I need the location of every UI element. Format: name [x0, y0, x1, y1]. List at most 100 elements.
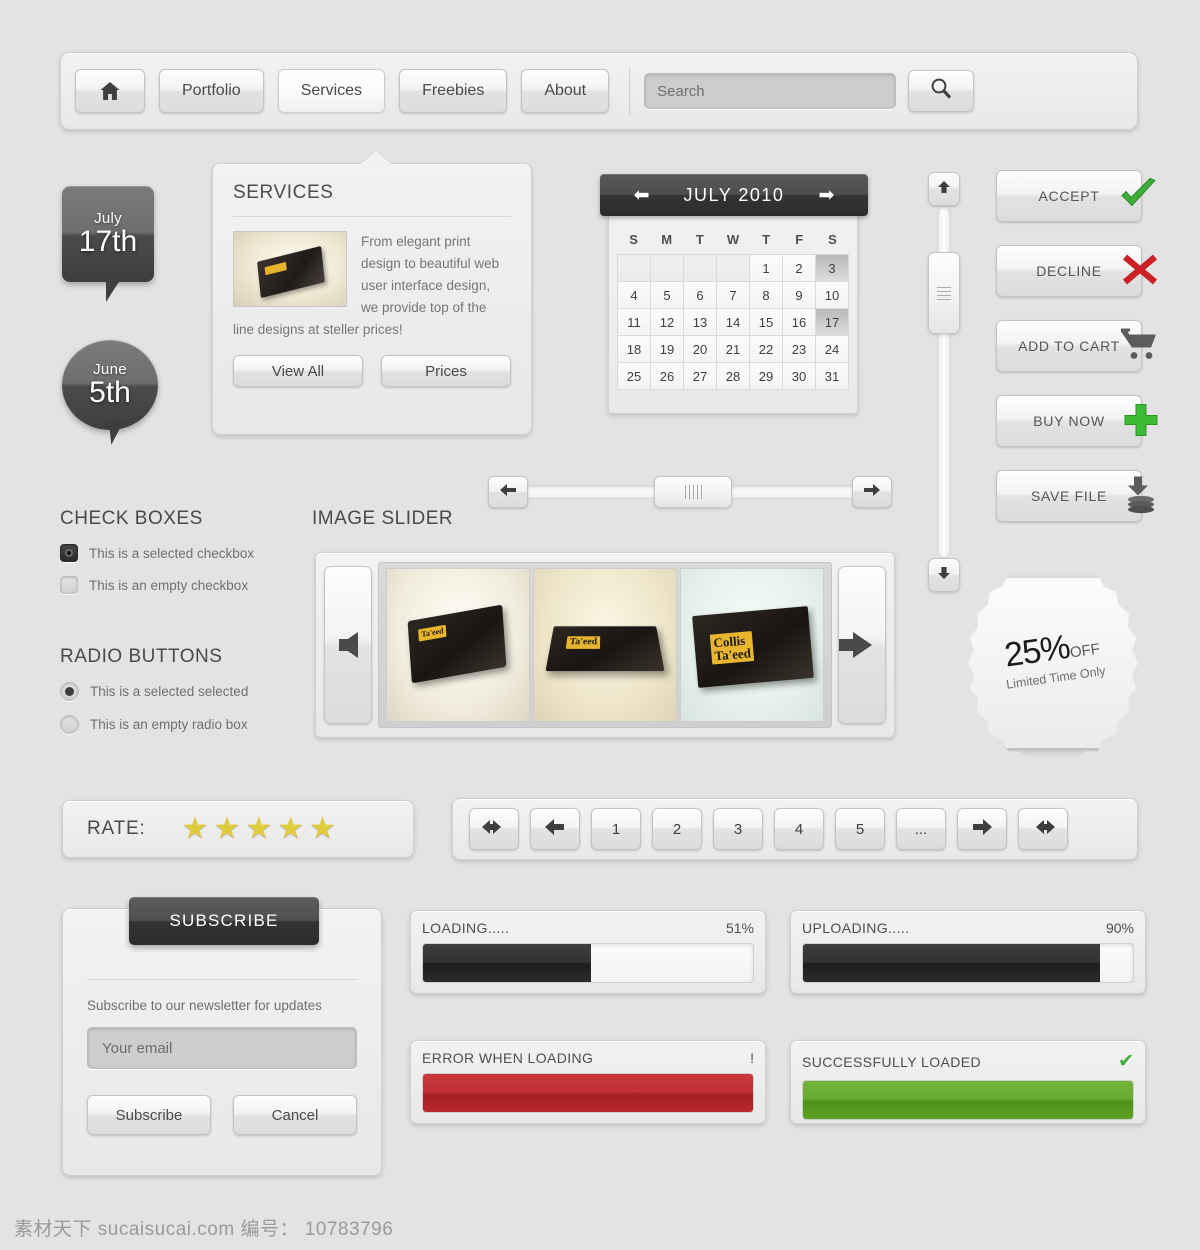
calendar-day-cell[interactable]: 14: [717, 309, 750, 336]
calendar-day-cell[interactable]: 13: [684, 309, 717, 336]
radio-row-empty[interactable]: This is an empty radio box: [60, 715, 248, 734]
view-all-button[interactable]: View All: [233, 355, 363, 387]
calendar-day-cell[interactable]: 25: [618, 363, 651, 390]
search-input[interactable]: [644, 73, 897, 109]
nav-item-about[interactable]: About: [521, 69, 610, 113]
brand-label: Ta'eed: [417, 624, 447, 642]
checkbox-empty-icon[interactable]: [60, 576, 78, 594]
calendar-day-cell[interactable]: 6: [684, 282, 717, 309]
buy-now-button[interactable]: BUY NOW: [996, 395, 1158, 447]
radio-checked-icon[interactable]: [60, 682, 79, 701]
progress-label: LOADING.....: [422, 920, 510, 936]
calendar-day-cell[interactable]: 30: [783, 363, 816, 390]
calendar-day-cell[interactable]: 11: [618, 309, 651, 336]
slider-thumb[interactable]: [654, 476, 732, 508]
scroll-up-button[interactable]: [928, 172, 960, 206]
nav-item-freebies[interactable]: Freebies: [399, 69, 508, 113]
scroll-down-button[interactable]: [928, 558, 960, 592]
accept-button[interactable]: ACCEPT: [996, 170, 1156, 222]
calendar-next-month-button[interactable]: ➡: [810, 184, 842, 207]
subscribe-tab-header: SUBSCRIBE: [129, 897, 319, 945]
calendar-day-cell[interactable]: 27: [684, 363, 717, 390]
prices-button[interactable]: Prices: [381, 355, 511, 387]
star-icon[interactable]: ★: [245, 814, 272, 844]
cancel-button[interactable]: Cancel: [233, 1095, 357, 1135]
calendar-day-cell[interactable]: 24: [816, 336, 849, 363]
calendar-day-cell[interactable]: 17: [816, 309, 849, 336]
subscribe-submit-button[interactable]: Subscribe: [87, 1095, 211, 1135]
scrollbar-thumb[interactable]: [928, 252, 960, 334]
decline-button[interactable]: DECLINE: [996, 245, 1157, 297]
pagination-page-2[interactable]: 2: [652, 808, 702, 850]
calendar-day-cell[interactable]: 10: [816, 282, 849, 309]
calendar-day-cell[interactable]: 18: [618, 336, 651, 363]
pagination-label: 2: [672, 820, 682, 838]
subscribe-panel: SUBSCRIBE Subscribe to our newsletter fo…: [62, 897, 382, 1176]
calendar-day-cell[interactable]: 28: [717, 363, 750, 390]
calendar-day-cell[interactable]: 26: [651, 363, 684, 390]
progress-header: UPLOADING..... 90%: [802, 920, 1134, 936]
calendar-day-cell[interactable]: 21: [717, 336, 750, 363]
nav-label: Services: [300, 82, 363, 99]
star-icon[interactable]: ★: [182, 814, 209, 844]
calendar-day-cell[interactable]: 7: [717, 282, 750, 309]
calendar-prev-month-button[interactable]: ⬅: [626, 184, 658, 207]
radio-row-selected[interactable]: This is a selected selected: [60, 682, 248, 701]
calendar-day-cell[interactable]: 20: [684, 336, 717, 363]
calendar-day-cell[interactable]: 4: [618, 282, 651, 309]
calendar-day-cell[interactable]: 9: [783, 282, 816, 309]
radio-empty-icon[interactable]: [60, 715, 79, 734]
calendar-day-cell[interactable]: 2: [783, 255, 816, 282]
calendar-blank-cell: [618, 255, 651, 282]
calendar-day-cell[interactable]: 3: [816, 255, 849, 282]
horizontal-slider[interactable]: [488, 476, 892, 508]
tilted-business-card-image[interactable]: Collis Ta'eed: [680, 568, 825, 722]
checkbox-checked-icon[interactable]: [60, 544, 78, 562]
pagination-page-...[interactable]: ...: [896, 808, 946, 850]
slider-right-button[interactable]: [852, 476, 892, 508]
email-field[interactable]: [87, 1027, 357, 1069]
slider-left-button[interactable]: [488, 476, 528, 508]
calendar-day-cell[interactable]: 15: [750, 309, 783, 336]
pagination-page-1[interactable]: 1: [591, 808, 641, 850]
pagination-arrow-right-button[interactable]: [957, 808, 1007, 850]
nav-home-button[interactable]: [75, 69, 145, 113]
calendar-day-cell[interactable]: 31: [816, 363, 849, 390]
fanned-business-cards-image[interactable]: Ta'eed: [385, 568, 530, 722]
section-heading: CHECK BOXES: [60, 508, 203, 529]
pagination-page-4[interactable]: 4: [774, 808, 824, 850]
nav-item-services[interactable]: Services: [277, 69, 386, 113]
pagination-page-3[interactable]: 3: [713, 808, 763, 850]
star-rating[interactable]: ★ ★ ★ ★ ★: [182, 814, 337, 844]
checkbox-row-empty[interactable]: This is an empty checkbox: [60, 576, 254, 594]
star-icon[interactable]: ★: [213, 814, 240, 844]
stacked-business-card-box-image[interactable]: Ta'eed: [532, 568, 677, 722]
vertical-scrollbar[interactable]: [928, 172, 960, 592]
checkbox-row-selected[interactable]: This is a selected checkbox: [60, 544, 254, 562]
star-icon[interactable]: ★: [277, 814, 304, 844]
calendar-day-cell[interactable]: 23: [783, 336, 816, 363]
pagination-label: 3: [733, 820, 743, 838]
pagination-double-arrow-right-button[interactable]: [1018, 808, 1068, 850]
calendar-day-cell[interactable]: 16: [783, 309, 816, 336]
pagination-arrow-left-button[interactable]: [530, 808, 580, 850]
nav-item-portfolio[interactable]: Portfolio: [159, 69, 264, 113]
save-file-button[interactable]: SAVE FILE: [996, 470, 1154, 522]
add-to-cart-button[interactable]: ADD TO CART: [996, 320, 1156, 372]
search-button[interactable]: [908, 70, 975, 112]
calendar-day-cell[interactable]: 22: [750, 336, 783, 363]
checkbox-label: This is an empty checkbox: [89, 577, 249, 593]
calendar-day-cell[interactable]: 5: [651, 282, 684, 309]
checkbox-label: This is a selected checkbox: [89, 545, 255, 561]
image-slider-prev-button[interactable]: [324, 566, 372, 724]
calendar-day-cell[interactable]: 12: [651, 309, 684, 336]
image-slider-next-button[interactable]: [838, 566, 886, 724]
calendar-day-cell[interactable]: 1: [750, 255, 783, 282]
pagination-double-arrow-left-button[interactable]: [469, 808, 519, 850]
calendar-day-cell[interactable]: 19: [651, 336, 684, 363]
calendar-day-cell[interactable]: 8: [750, 282, 783, 309]
pagination-page-5[interactable]: 5: [835, 808, 885, 850]
calendar-day-cell[interactable]: 29: [750, 363, 783, 390]
button-label: BUY NOW: [1033, 413, 1105, 429]
star-icon[interactable]: ★: [309, 814, 336, 844]
